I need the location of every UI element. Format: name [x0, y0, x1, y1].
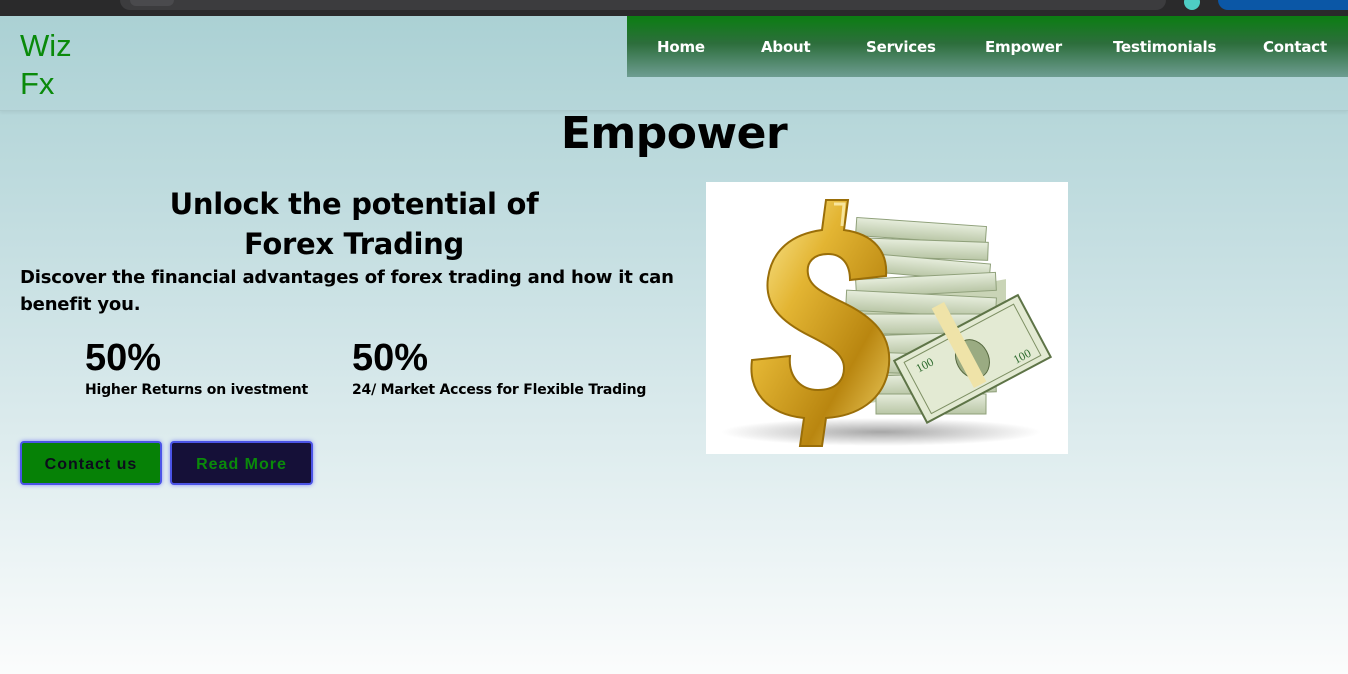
stat-label: 24/ Market Access for Flexible Trading: [352, 382, 647, 398]
site-logo[interactable]: Wiz Fx: [20, 27, 100, 103]
nav-link-contact[interactable]: Contact: [1263, 38, 1327, 56]
stat-value: 50%: [85, 337, 162, 379]
site-header: Wiz Fx Home About Services Empower Testi…: [0, 16, 1348, 111]
read-more-button[interactable]: Read More: [170, 441, 313, 485]
nav-link-home[interactable]: Home: [657, 38, 705, 56]
page-title: Empower: [560, 108, 788, 159]
money-dollar-icon: 100 100: [706, 182, 1068, 454]
stat-value: 50%: [352, 337, 429, 379]
money-illustration: 100 100: [721, 199, 1053, 447]
contact-us-button[interactable]: Contact us: [20, 441, 162, 485]
stat-label: Higher Returns on ivestment: [85, 382, 309, 398]
stat-market-access: 50% 24/ Market Access for Flexible Tradi…: [352, 336, 646, 398]
hero-subtext: Discover the financial advantages of for…: [20, 267, 674, 315]
profile-button[interactable]: [1218, 0, 1348, 10]
hero-headline: Unlock the potential of Forex Trading: [100, 184, 608, 264]
address-bar[interactable]: [120, 0, 1166, 10]
nav-link-services[interactable]: Services: [866, 38, 936, 56]
stat-returns: 50% Higher Returns on ivestment: [85, 336, 308, 398]
hero-headline-line-2: Forex Trading: [243, 227, 464, 261]
nav-link-empower[interactable]: Empower: [985, 38, 1062, 56]
address-chip: [130, 0, 174, 6]
hero-headline-line-1: Unlock the potential of: [169, 187, 539, 221]
extension-icon[interactable]: [1184, 0, 1200, 10]
nav-link-about[interactable]: About: [761, 38, 811, 56]
nav-link-testimonials[interactable]: Testimonials: [1113, 38, 1216, 56]
browser-toolbar: [0, 0, 1348, 16]
logo-line-1: Wiz: [20, 28, 72, 63]
logo-line-2: Fx: [20, 66, 55, 101]
main-nav: Home About Services Empower Testimonials…: [627, 16, 1348, 77]
